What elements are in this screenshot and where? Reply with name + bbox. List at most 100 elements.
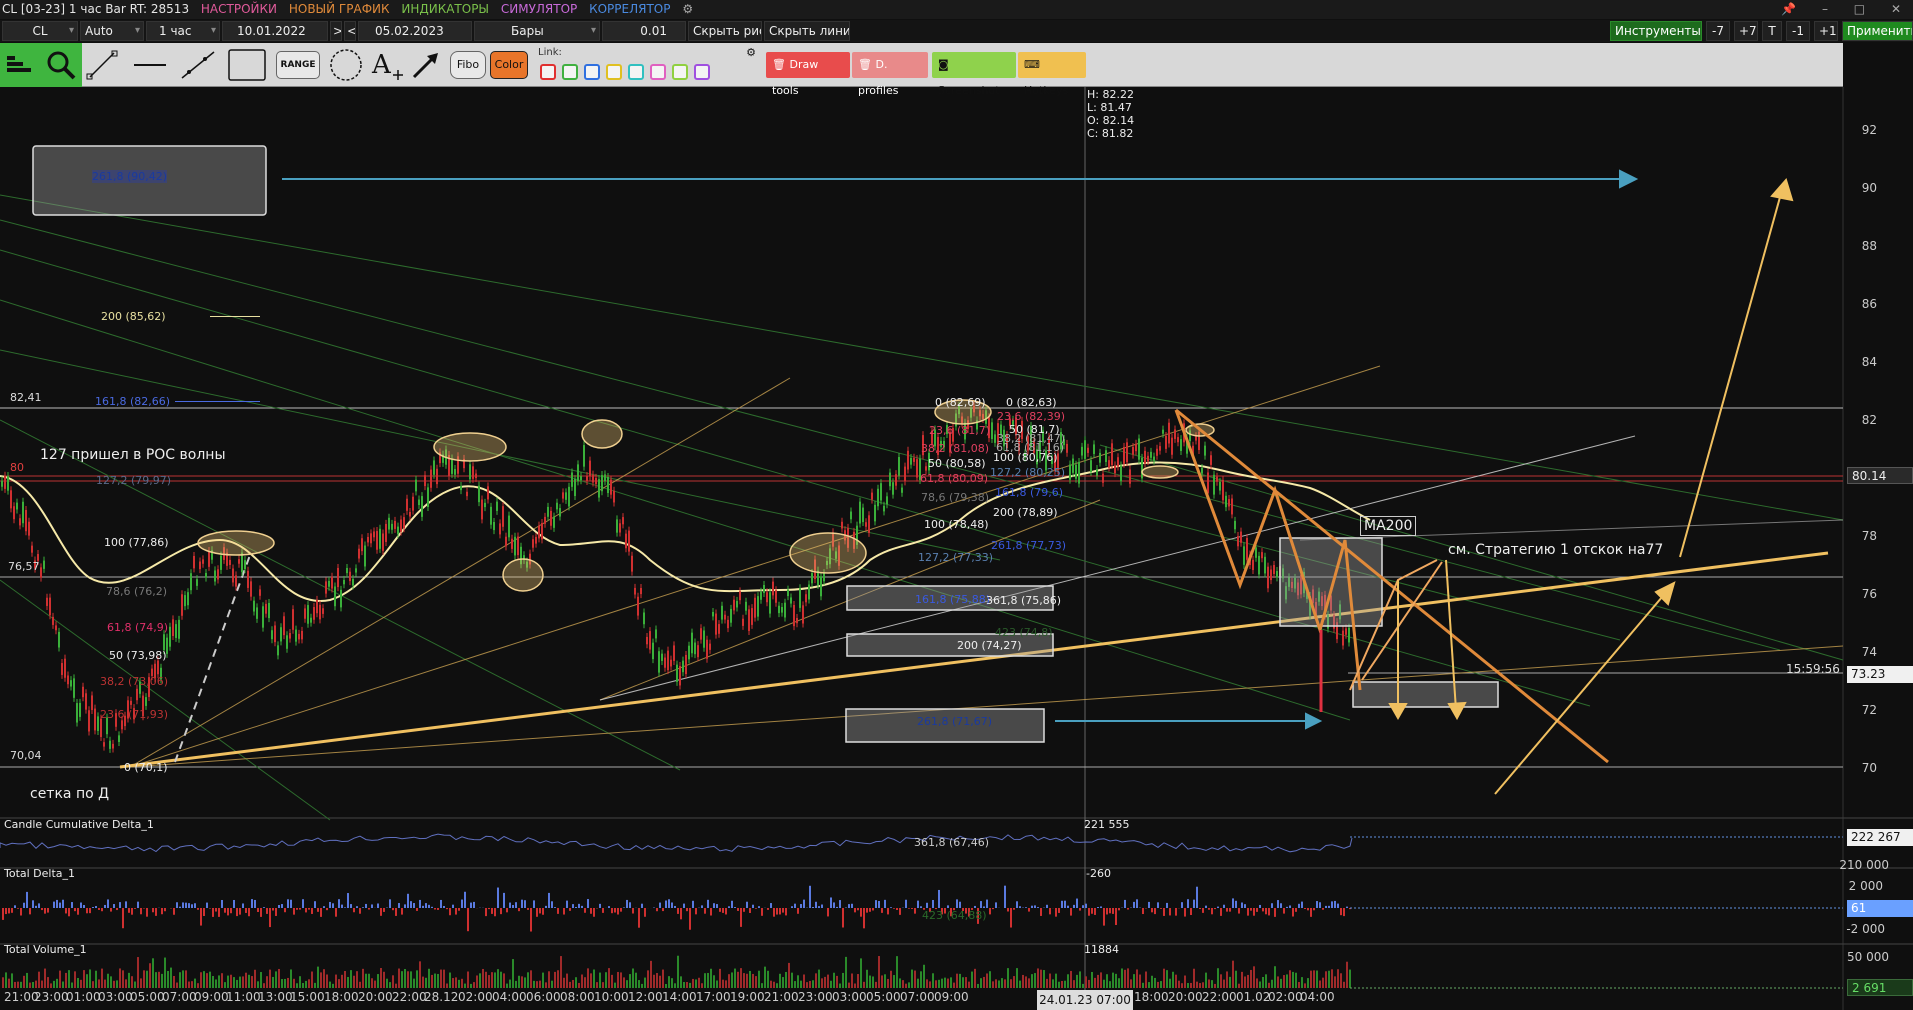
minimize-button[interactable]: – xyxy=(1822,2,1828,16)
link-blue[interactable] xyxy=(584,64,600,80)
delta-bar xyxy=(671,902,673,908)
volume-bar xyxy=(905,983,907,988)
candle-body xyxy=(565,492,567,500)
link-cyan[interactable] xyxy=(628,64,644,80)
volume-bar xyxy=(236,979,238,988)
maximize-button[interactable]: □ xyxy=(1854,2,1865,16)
hide-drawings-button[interactable]: Скрыть рис. xyxy=(688,21,762,41)
minus7-button[interactable]: -7 xyxy=(1706,21,1730,41)
chart-type-select[interactable]: Бары xyxy=(474,21,600,41)
delta-bar xyxy=(173,908,175,915)
plus1-button[interactable]: +1 xyxy=(1814,21,1838,41)
candle-body xyxy=(487,486,489,500)
volume-bar xyxy=(1232,960,1234,988)
apply-button[interactable]: Применить xyxy=(1842,21,1913,41)
ray-icon[interactable] xyxy=(176,47,220,83)
volume-bar xyxy=(50,983,52,988)
volume-bar xyxy=(107,973,109,988)
menu-correlator[interactable]: КОРРЕЛЯТОР xyxy=(589,2,670,16)
volume-bar xyxy=(1160,981,1162,988)
menu-indicators[interactable]: ИНДИКАТОРЫ xyxy=(401,2,489,16)
link-purple[interactable] xyxy=(694,64,710,80)
screenshot-button[interactable]: ◙ Screenshot xyxy=(932,52,1016,97)
volume-bar xyxy=(38,971,40,988)
candle-body xyxy=(595,477,597,485)
volume-bar xyxy=(215,979,217,988)
price-chart[interactable] xyxy=(0,0,1913,1010)
volume-bar xyxy=(74,971,76,988)
link-pink[interactable] xyxy=(650,64,666,80)
time-tick: 05:00 xyxy=(866,990,901,1004)
menu-new-chart[interactable]: НОВЫЙ ГРАФИК xyxy=(289,2,390,16)
timeframe-select[interactable]: 1 час xyxy=(146,21,220,41)
t-button[interactable]: T xyxy=(1762,21,1782,41)
link-lime[interactable] xyxy=(672,64,688,80)
scale-select[interactable]: Auto xyxy=(80,21,144,41)
delta-bar xyxy=(260,908,262,917)
volume-bar xyxy=(908,982,910,988)
volume-bar xyxy=(614,982,616,988)
delta-bar xyxy=(329,901,331,908)
candle-body xyxy=(169,626,171,647)
candle-body xyxy=(358,548,360,559)
d-profiles-button[interactable]: 🗑 D. profiles xyxy=(852,52,928,97)
time-tick: 02:00 xyxy=(1268,990,1303,1004)
date-to-field[interactable]: 05.02.2023 xyxy=(358,21,472,41)
td-title: Total Delta_1 xyxy=(4,867,76,880)
candle-body xyxy=(208,551,210,567)
step-stepper[interactable]: 0.01 xyxy=(602,21,686,41)
delta-bar xyxy=(563,908,565,915)
candle-body xyxy=(820,576,822,597)
arrow-icon[interactable] xyxy=(408,47,444,83)
candle-body xyxy=(40,567,42,578)
search-icon[interactable] xyxy=(40,43,82,87)
price-tick: 86 xyxy=(1861,297,1877,311)
link-settings-gear-icon[interactable]: ⚙ xyxy=(744,45,758,59)
date-from-field[interactable]: 10.01.2022 xyxy=(222,21,328,41)
trendline-icon[interactable] xyxy=(84,47,120,83)
candle-body xyxy=(403,517,405,529)
delta-bar xyxy=(32,900,34,908)
volume-bar xyxy=(1295,972,1297,988)
close-button[interactable]: ✕ xyxy=(1891,2,1901,16)
gear-icon[interactable]: ⚙ xyxy=(682,2,693,16)
range-button[interactable]: RANGE xyxy=(276,51,320,79)
hide-lines-button[interactable]: Скрыть линии xyxy=(764,21,850,41)
minus1-button[interactable]: -1 xyxy=(1786,21,1810,41)
text-tool-icon[interactable]: A xyxy=(368,47,406,83)
pin-icon[interactable]: 📌 xyxy=(1781,2,1796,16)
delta-bar xyxy=(206,902,208,908)
menu-bars-icon[interactable] xyxy=(0,43,40,87)
delta-bar xyxy=(293,908,295,915)
delta-bar xyxy=(236,908,238,917)
delta-bar xyxy=(833,902,835,908)
candle-body xyxy=(1132,447,1134,455)
draw-tools-button[interactable]: 🗑 Draw tools xyxy=(766,52,850,97)
volume-bar xyxy=(89,969,91,988)
next-button[interactable]: > xyxy=(330,21,342,41)
delta-bar xyxy=(452,904,454,908)
color-button[interactable]: Color xyxy=(490,51,528,79)
menu-settings[interactable]: НАСТРОЙКИ xyxy=(201,2,277,16)
circle-icon[interactable] xyxy=(326,47,366,83)
symbol-select[interactable]: CL xyxy=(2,21,78,41)
hotkeys-button[interactable]: ⌨ Hotkeys xyxy=(1018,52,1086,97)
candle-body xyxy=(211,550,213,560)
menu-simulator[interactable]: СИМУЛЯТОР xyxy=(501,2,577,16)
fibo-button[interactable]: Fibo xyxy=(450,51,486,79)
delta-bar xyxy=(59,902,61,908)
candle-body xyxy=(1147,455,1149,462)
link-yellow[interactable] xyxy=(606,64,622,80)
prev-button[interactable]: < xyxy=(344,21,356,41)
candle-body xyxy=(1099,452,1101,463)
plus7-button[interactable]: +7 xyxy=(1734,21,1758,41)
instruments-button[interactable]: Инструменты xyxy=(1610,21,1702,41)
delta-bar xyxy=(593,908,595,917)
volume-bar xyxy=(329,981,331,988)
delta-bar xyxy=(1328,905,1330,908)
volume-bar xyxy=(143,970,145,988)
rectangle-icon[interactable] xyxy=(226,47,268,83)
link-green[interactable] xyxy=(562,64,578,80)
link-red[interactable] xyxy=(540,64,556,80)
horizontal-line-icon[interactable] xyxy=(128,47,172,83)
